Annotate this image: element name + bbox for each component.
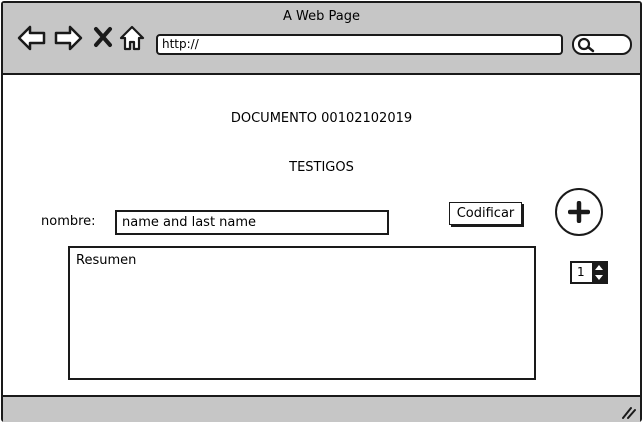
summary-text: Resumen xyxy=(76,253,137,268)
stepper-arrows[interactable] xyxy=(592,263,606,282)
browser-window: A Web Page http:// DOCUMENTO 00102102019… xyxy=(1,1,642,422)
resize-grip-icon[interactable] xyxy=(620,405,636,419)
encode-button[interactable]: Codificar xyxy=(449,202,522,225)
title-bar: A Web Page http:// xyxy=(3,3,640,75)
url-input[interactable]: http:// xyxy=(156,34,563,55)
name-field[interactable]: name and last name xyxy=(115,210,389,235)
stepper-down-icon[interactable] xyxy=(594,274,604,281)
stepper-value: 1 xyxy=(577,265,585,279)
window-title: A Web Page xyxy=(283,9,360,24)
search-field[interactable] xyxy=(572,34,632,55)
summary-textarea[interactable]: Resumen xyxy=(68,246,536,380)
status-bar xyxy=(3,395,640,422)
home-icon[interactable] xyxy=(119,25,145,51)
number-stepper[interactable]: 1 xyxy=(570,261,608,284)
search-icon xyxy=(577,37,595,53)
plus-icon xyxy=(568,201,590,223)
forward-icon[interactable] xyxy=(53,25,83,51)
close-icon[interactable] xyxy=(93,26,113,48)
add-button[interactable] xyxy=(555,188,603,236)
document-label: DOCUMENTO 00102102019 xyxy=(230,111,413,126)
name-label: nombre: xyxy=(41,214,96,229)
stepper-up-icon[interactable] xyxy=(594,264,604,271)
back-icon[interactable] xyxy=(17,25,47,51)
section-title: TESTIGOS xyxy=(289,160,354,175)
